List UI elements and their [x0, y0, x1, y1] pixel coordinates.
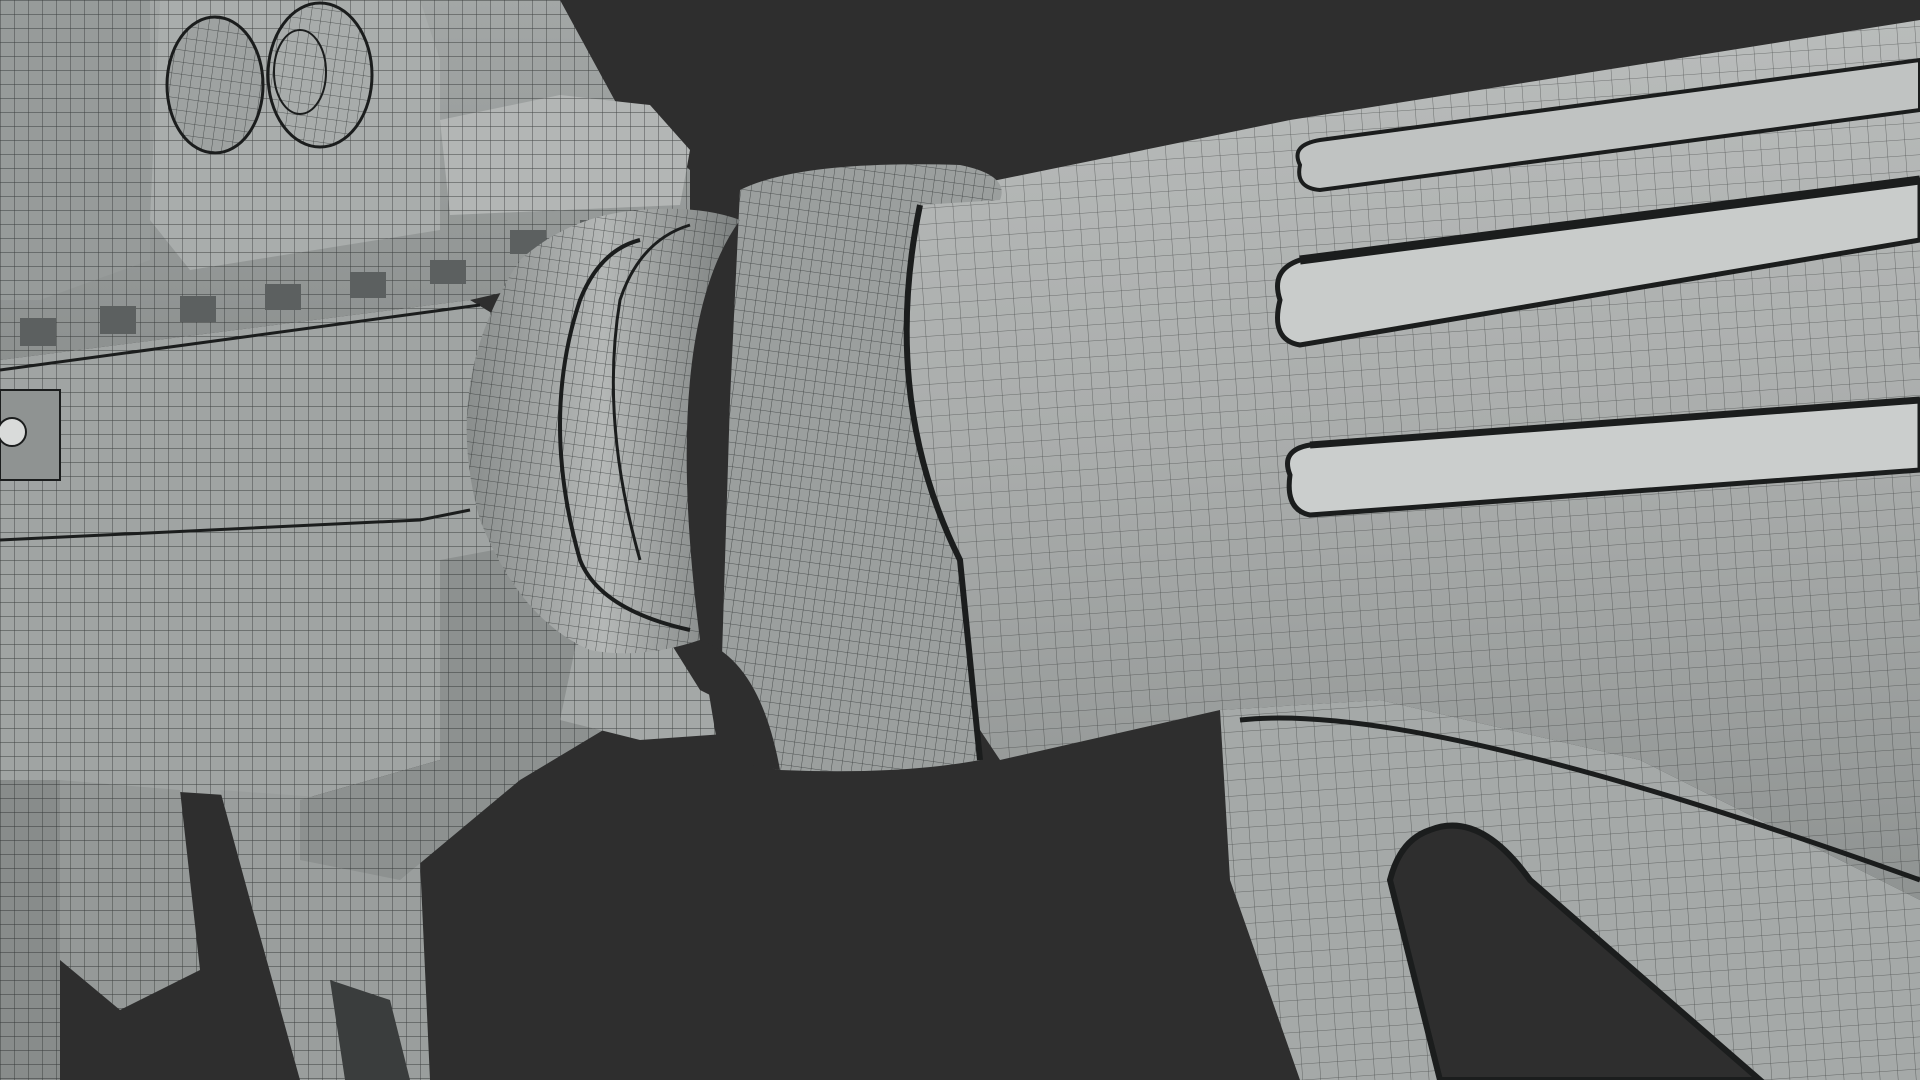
3d-viewport[interactable]: [0, 0, 1920, 1080]
receiver-side-detail: [0, 389, 61, 481]
rifle-stock: [900, 20, 1920, 1080]
viewport-canvas[interactable]: [0, 0, 1920, 1080]
